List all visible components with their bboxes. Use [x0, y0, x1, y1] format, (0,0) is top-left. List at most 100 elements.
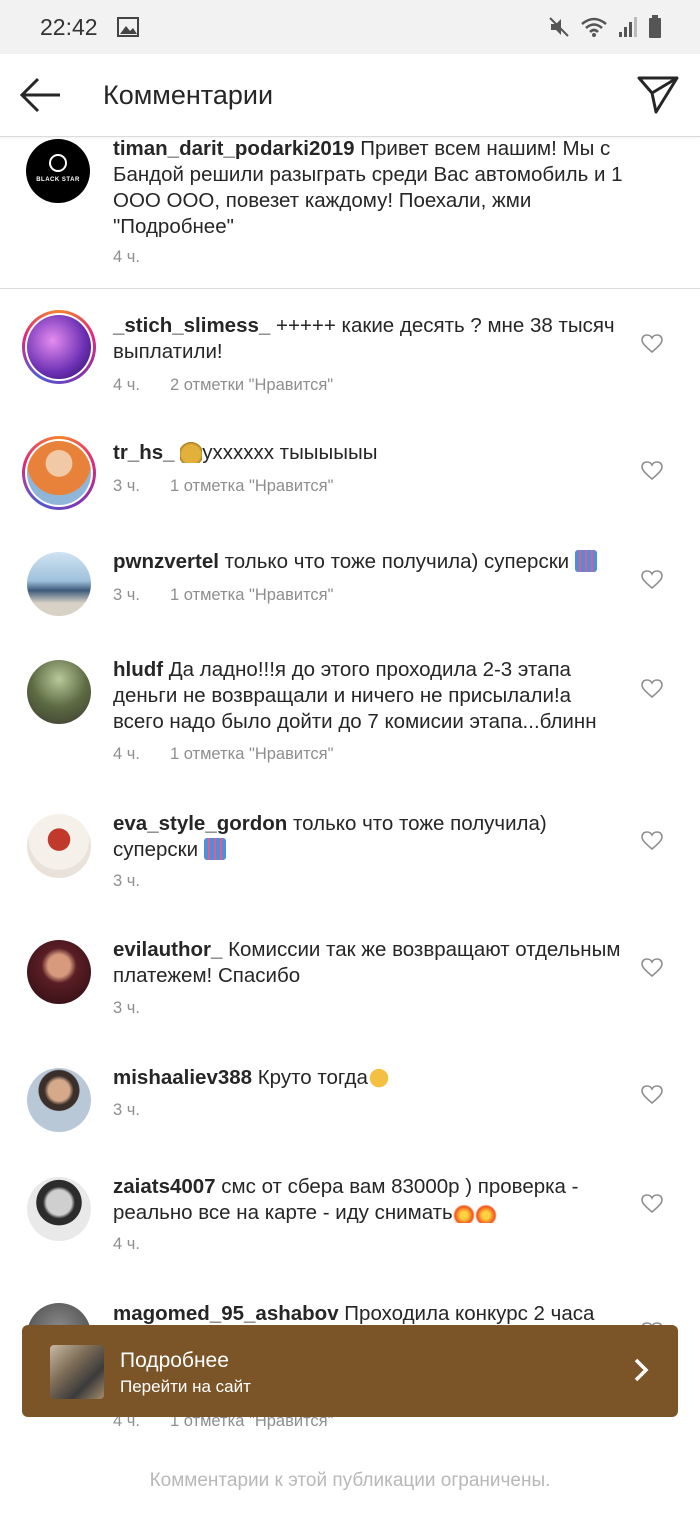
money-bag-icon — [180, 441, 203, 463]
comment-time: 4 ч. — [113, 248, 140, 266]
status-time: 22:42 — [40, 14, 98, 40]
comment-text: mishaaliev388 Круто тогда — [113, 1065, 623, 1091]
comment-text: zaiats4007 смс от сбера вам 83000р ) про… — [113, 1174, 623, 1226]
back-arrow-icon[interactable] — [18, 74, 64, 116]
page-title: Комментарии — [103, 80, 274, 110]
avatar[interactable] — [27, 660, 91, 724]
gift-icon — [203, 838, 226, 860]
fire-icon — [452, 1201, 475, 1223]
story-ring[interactable] — [22, 436, 96, 510]
comment-meta: 3 ч. 1 отметка "Нравится" — [113, 477, 333, 496]
comment-username[interactable]: _stich_slimess_ — [113, 314, 270, 337]
comment-body: Круто тогда — [252, 1066, 368, 1089]
comment-text: _stich_slimess_ +++++ какие десять ? мне… — [113, 313, 623, 365]
signal-icon — [619, 17, 637, 37]
heart-icon[interactable] — [641, 461, 663, 481]
comment-body: Проходила конкурс 2 часа — [338, 1302, 595, 1325]
comment-text: magomed_95_ashabov Проходила конкурс 2 ч… — [113, 1301, 623, 1327]
comment-time: 3 ч. — [113, 872, 140, 890]
comment-meta: 3 ч. — [113, 872, 140, 891]
comment-time: 4 ч. — [113, 376, 140, 394]
comment-meta: 3 ч. — [113, 999, 140, 1018]
comment-meta: 4 ч. — [113, 1235, 140, 1254]
comment-item: _stich_slimess_ +++++ какие десять ? мне… — [0, 310, 700, 410]
heart-icon[interactable] — [641, 958, 663, 978]
avatar[interactable] — [27, 814, 91, 878]
avatar[interactable] — [27, 940, 91, 1004]
comment-body: ухххххх тыыыыыы — [202, 441, 378, 464]
avatar[interactable]: BLACK STAR — [26, 139, 90, 203]
chevron-right-icon — [634, 1358, 649, 1382]
thumbs-up-icon — [367, 1066, 390, 1088]
comment-meta: 4 ч. — [113, 248, 140, 267]
direct-send-icon[interactable] — [636, 74, 680, 116]
comment-time: 3 ч. — [113, 999, 140, 1017]
comment-time: 3 ч. — [113, 1101, 140, 1119]
avatar — [27, 315, 91, 379]
comment-item: hludf Да ладно!!!я до этого проходила 2-… — [0, 657, 700, 767]
comment-meta: 3 ч. 1 отметка "Нравится" — [113, 586, 333, 605]
caption-text: timan_darit_podarki2019 Привет всем наши… — [113, 136, 623, 240]
app-bar: Комментарии — [0, 54, 700, 137]
heart-icon[interactable] — [641, 679, 663, 699]
story-ring[interactable] — [22, 310, 96, 384]
comment-item: mishaaliev388 Круто тогда 3 ч. — [0, 1065, 700, 1135]
avatar[interactable] — [27, 1177, 91, 1241]
comment-username[interactable]: pwnzvertel — [113, 550, 219, 573]
avatar[interactable] — [27, 552, 91, 616]
comment-likes[interactable]: 2 отметки "Нравится" — [170, 376, 333, 394]
comment-body: Да ладно!!!я до этого проходила 2-3 этап… — [113, 658, 597, 733]
comment-likes[interactable]: 1 отметка "Нравится" — [170, 477, 334, 495]
comment-meta: 4 ч. 1 отметка "Нравится" — [113, 745, 333, 764]
comment-text: hludf Да ладно!!!я до этого проходила 2-… — [113, 657, 623, 735]
learn-more-banner[interactable]: Подробнее Перейти на сайт — [22, 1325, 678, 1417]
banner-thumbnail — [50, 1345, 104, 1399]
mute-icon — [549, 17, 569, 37]
comment-likes[interactable]: 1 отметка "Нравится" — [170, 745, 334, 763]
banner-subtitle: Перейти на сайт — [120, 1377, 251, 1396]
comment-likes[interactable]: 1 отметка "Нравится" — [170, 586, 334, 604]
avatar[interactable] — [27, 1068, 91, 1132]
comment-username[interactable]: tr_hs_ — [113, 441, 175, 464]
comment-time: 4 ч. — [113, 1235, 140, 1253]
comment-text: pwnzvertel только что тоже получила) суп… — [113, 549, 623, 575]
comment-username[interactable]: hludf — [113, 658, 163, 681]
status-bar: 22:42 — [0, 0, 700, 54]
black-star-logo-icon — [49, 154, 67, 172]
battery-icon — [649, 15, 661, 38]
gallery-icon — [117, 17, 139, 37]
post-caption: BLACK STAR timan_darit_podarki2019 Приве… — [0, 136, 700, 289]
heart-icon[interactable] — [641, 831, 663, 851]
comment-username[interactable]: timan_darit_podarki2019 — [113, 137, 355, 160]
comment-text: evilauthor_ Комиссии так же возвращают о… — [113, 937, 623, 989]
banner-title: Подробнее — [120, 1349, 229, 1372]
comments-restricted-note: Комментарии к этой публикации ограничены… — [149, 1470, 551, 1491]
comment-meta: 4 ч. 2 отметки "Нравится" — [113, 376, 333, 395]
comment-body: только что тоже получила) суперски — [218, 550, 575, 573]
comment-item: tr_hs_ ухххххх тыыыыыы 3 ч. 1 отметка "Нр… — [0, 436, 700, 516]
comment-username[interactable]: mishaaliev388 — [113, 1066, 252, 1089]
comment-text: eva_style_gordon только что тоже получил… — [113, 811, 623, 863]
comment-time: 3 ч. — [113, 477, 140, 495]
comment-time: 3 ч. — [113, 586, 140, 604]
comment-item: evilauthor_ Комиссии так же возвращают о… — [0, 937, 700, 1027]
comment-item: eva_style_gordon только что тоже получил… — [0, 811, 700, 901]
comment-username[interactable]: evilauthor_ — [113, 938, 222, 961]
comment-username[interactable]: magomed_95_ashabov — [113, 1302, 339, 1325]
comment-username[interactable]: zaiats4007 — [113, 1175, 216, 1198]
gift-icon — [574, 550, 597, 572]
comment-meta: 3 ч. — [113, 1101, 140, 1120]
comment-time: 4 ч. — [113, 745, 140, 763]
wifi-icon — [581, 17, 607, 37]
avatar-logo-text: BLACK STAR — [36, 177, 80, 183]
fire-icon — [474, 1201, 497, 1223]
comment-text: tr_hs_ ухххххх тыыыыыы — [113, 440, 623, 466]
avatar — [27, 441, 91, 505]
status-icons — [548, 15, 662, 39]
comment-item: pwnzvertel только что тоже получила) суп… — [0, 549, 700, 629]
heart-icon[interactable] — [641, 1085, 663, 1105]
heart-icon[interactable] — [641, 1194, 663, 1214]
heart-icon[interactable] — [641, 334, 663, 354]
heart-icon[interactable] — [641, 570, 663, 590]
comment-username[interactable]: eva_style_gordon — [113, 812, 287, 835]
